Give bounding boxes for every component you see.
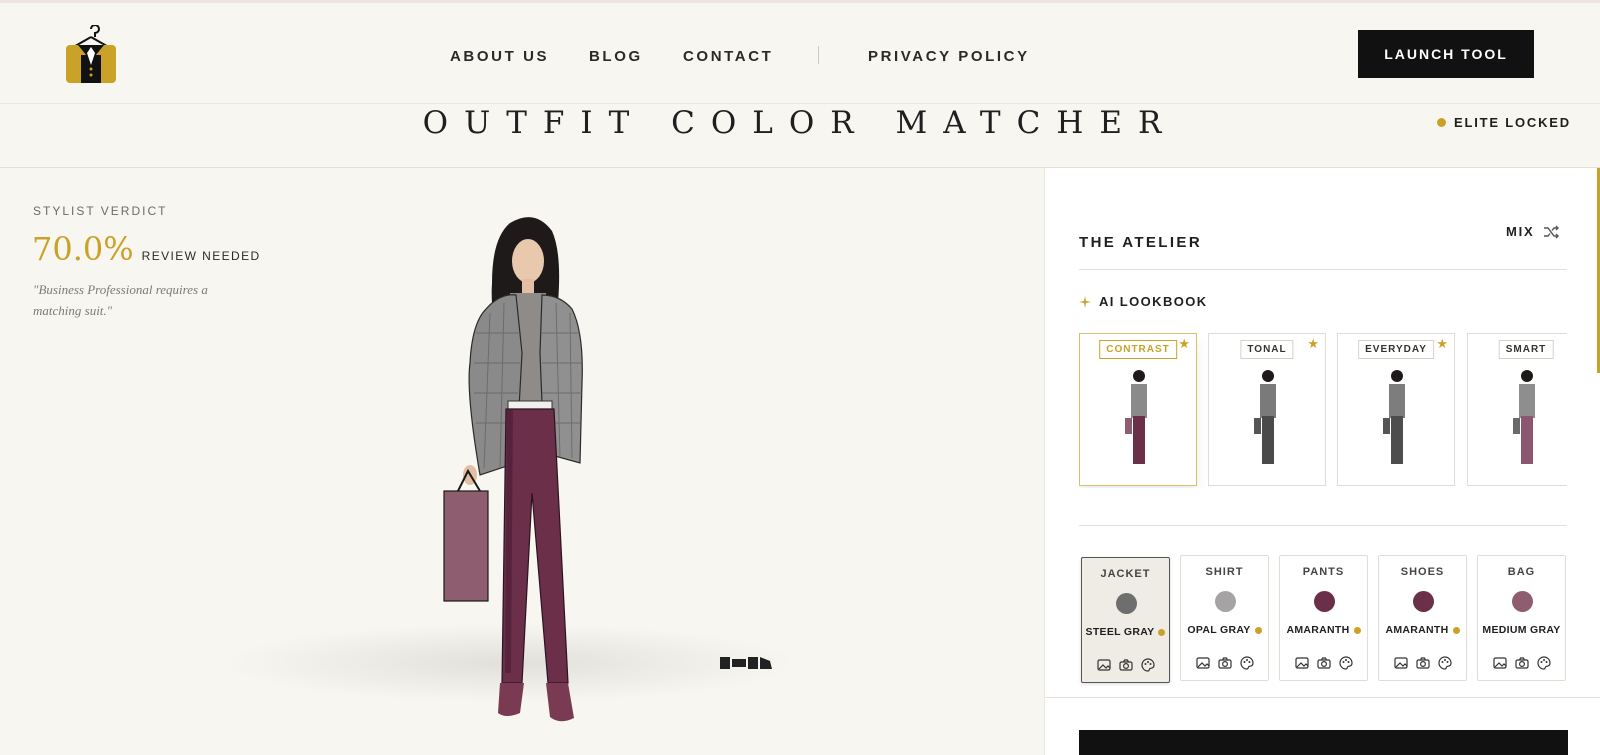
look-card-tonal[interactable]: TONAL ★ [1208, 333, 1326, 486]
nav-contact[interactable]: CONTACT [683, 48, 773, 65]
color-swatch[interactable] [1512, 591, 1533, 612]
slot-jacket[interactable]: JACKET STEEL GRAY [1081, 557, 1170, 683]
nav-divider [818, 46, 819, 64]
slot-label: SHOES [1400, 566, 1445, 578]
top-navigation: ABOUT US BLOG CONTACT PRIVACY POLICY LAU… [0, 3, 1600, 104]
look-thumbnail [1513, 370, 1535, 464]
color-name-text: AMARANTH [1385, 624, 1449, 636]
slot-color-name: AMARANTH [1379, 624, 1466, 636]
gold-dot-icon [1353, 626, 1361, 634]
divider [1079, 269, 1567, 270]
look-tag: TONAL [1240, 340, 1294, 359]
slot-label: PANTS [1302, 566, 1345, 578]
look-thumbnail [1125, 370, 1147, 464]
verdict-quote: "Business Professional requires a matchi… [33, 282, 208, 318]
camera-icon[interactable] [1316, 655, 1332, 671]
color-name-text: MEDIUM GRAY [1482, 624, 1561, 636]
star-icon: ★ [1307, 336, 1319, 351]
camera-icon[interactable] [1217, 655, 1233, 671]
slot-actions [1379, 655, 1466, 671]
star-icon: ★ [1436, 336, 1448, 351]
stylist-verdict-label: STYLIST VERDICT [33, 204, 168, 218]
color-swatch[interactable] [1413, 591, 1434, 612]
star-icon: ★ [1178, 336, 1190, 351]
lookbook-cards: CONTRAST ★ TONAL ★ EVERYDAY ★ SMART [1079, 333, 1567, 488]
camera-icon[interactable] [1514, 655, 1530, 671]
camera-icon[interactable] [1415, 655, 1431, 671]
color-name-text: OPAL GRAY [1187, 624, 1251, 636]
model-figure-illustration [443, 217, 583, 722]
look-thumbnail [1383, 370, 1405, 464]
slot-label: BAG [1507, 566, 1536, 578]
look-card-everyday[interactable]: EVERYDAY ★ [1337, 333, 1455, 486]
atelier-panel: THE ATELIER MIX AI LOOKBOOK CONTRAST ★ T… [1044, 168, 1600, 755]
mix-label: MIX [1506, 224, 1535, 239]
palette-icon[interactable] [1437, 655, 1453, 671]
page-title: OUTFIT COLOR MATCHER [422, 105, 1178, 141]
sparkle-icon [1079, 295, 1091, 308]
nav-privacy-policy[interactable]: PRIVACY POLICY [868, 48, 1030, 65]
slot-label: SHIRT [1205, 566, 1244, 578]
image-icon[interactable] [1393, 655, 1409, 671]
color-swatch[interactable] [1215, 591, 1236, 612]
slot-actions [1280, 655, 1367, 671]
mix-button[interactable]: MIX [1506, 224, 1559, 239]
slot-label: JACKET [1100, 568, 1151, 580]
shuffle-icon [1543, 225, 1559, 238]
slot-actions [1082, 657, 1169, 673]
gold-dot-icon [1452, 626, 1460, 634]
outfit-stage: STYLIST VERDICT 70.0% REVIEW NEEDED "Bus… [0, 168, 1044, 755]
color-swatch[interactable] [1314, 591, 1335, 612]
look-tag: CONTRAST [1099, 340, 1177, 359]
slot-actions [1181, 655, 1268, 671]
look-tag: SMART [1498, 340, 1554, 359]
slot-color-name: OPAL GRAY [1181, 624, 1268, 636]
divider [1045, 697, 1600, 698]
ai-lookbook-label: AI LOOKBOOK [1099, 294, 1208, 309]
look-card-contrast[interactable]: CONTRAST ★ [1079, 333, 1197, 486]
slot-shoes[interactable]: SHOES AMARANTH [1378, 555, 1467, 681]
image-icon[interactable] [1096, 657, 1112, 673]
nav-about-us[interactable]: ABOUT US [450, 48, 549, 65]
hanger-suit-logo-icon[interactable] [64, 25, 118, 85]
gold-dot-icon [1254, 626, 1262, 634]
slot-color-name: STEEL GRAY [1082, 626, 1169, 638]
look-card-smart[interactable]: SMART [1467, 333, 1567, 486]
palette-icon[interactable] [1140, 657, 1156, 673]
elite-locked-badge[interactable]: ELITE LOCKED [1437, 115, 1571, 130]
gold-dot-icon [1437, 118, 1446, 127]
look-tag: EVERYDAY [1358, 340, 1434, 359]
watermark-mark-icon [720, 657, 772, 669]
verdict-score: 70.0% [32, 230, 134, 268]
atelier-title: THE ATELIER [1079, 234, 1203, 251]
image-icon[interactable] [1294, 655, 1310, 671]
ai-lookbook-header: AI LOOKBOOK [1079, 294, 1208, 309]
slot-bag[interactable]: BAG MEDIUM GRAY [1477, 555, 1566, 681]
look-thumbnail [1254, 370, 1276, 464]
camera-icon[interactable] [1118, 657, 1134, 673]
image-icon[interactable] [1195, 655, 1211, 671]
slot-actions [1478, 655, 1565, 671]
color-name-text: AMARANTH [1286, 624, 1350, 636]
slot-shirt[interactable]: SHIRT OPAL GRAY [1180, 555, 1269, 681]
verdict-status: REVIEW NEEDED [141, 249, 261, 263]
color-swatch[interactable] [1116, 593, 1137, 614]
title-bar: OUTFIT COLOR MATCHER ELITE LOCKED [0, 105, 1600, 168]
slot-pants[interactable]: PANTS AMARANTH [1279, 555, 1368, 681]
elite-locked-label: ELITE LOCKED [1454, 115, 1571, 130]
launch-tool-button[interactable]: LAUNCH TOOL [1358, 30, 1534, 78]
slot-color-name: AMARANTH [1280, 624, 1367, 636]
image-icon[interactable] [1492, 655, 1508, 671]
palette-icon[interactable] [1239, 655, 1255, 671]
verdict-score-row: 70.0% REVIEW NEEDED [32, 230, 261, 268]
palette-icon[interactable] [1338, 655, 1354, 671]
slot-color-name: MEDIUM GRAY [1478, 624, 1565, 636]
garment-slots: JACKET STEEL GRAY SHIRT OPAL GRAY PANTS … [1081, 555, 1569, 685]
gold-dot-icon [1158, 628, 1166, 636]
color-name-text: STEEL GRAY [1085, 626, 1155, 638]
primary-action-bar[interactable] [1079, 730, 1568, 755]
divider [1079, 525, 1567, 526]
nav-blog[interactable]: BLOG [589, 48, 643, 65]
palette-icon[interactable] [1536, 655, 1552, 671]
